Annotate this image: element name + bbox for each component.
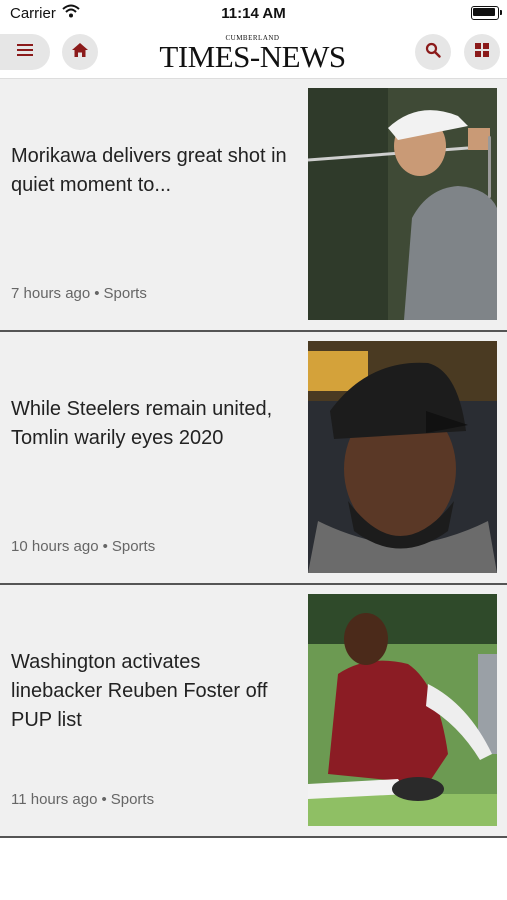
app-header: CUMBERLAND TIMES-NEWS bbox=[0, 28, 507, 79]
article-time: 11 hours ago bbox=[11, 791, 98, 808]
meta-separator: • bbox=[101, 791, 107, 808]
article-card[interactable]: Morikawa delivers great shot in quiet mo… bbox=[0, 79, 507, 332]
article-category: Sports bbox=[110, 791, 155, 808]
meta-separator: • bbox=[102, 538, 108, 555]
article-card[interactable]: Washington activates linebacker Reuben F… bbox=[0, 585, 507, 838]
article-meta: 7 hours ago • Sports bbox=[11, 285, 147, 302]
meta-separator: • bbox=[94, 285, 100, 302]
home-button[interactable] bbox=[62, 34, 98, 70]
article-thumbnail[interactable] bbox=[308, 88, 497, 320]
search-icon bbox=[425, 42, 441, 63]
article-time: 10 hours ago bbox=[11, 538, 99, 555]
home-icon bbox=[71, 42, 89, 63]
article-time: 7 hours ago bbox=[11, 285, 91, 302]
grid-icon bbox=[475, 42, 489, 62]
scroll-indicator[interactable] bbox=[488, 136, 491, 198]
sections-button[interactable] bbox=[464, 34, 500, 70]
article-headline[interactable]: Morikawa delivers great shot in quiet mo… bbox=[11, 142, 291, 200]
logo-title: TIMES-NEWS bbox=[159, 39, 346, 74]
article-thumbnail[interactable] bbox=[308, 594, 497, 826]
article-thumbnail[interactable] bbox=[308, 341, 497, 573]
hamburger-icon bbox=[17, 43, 33, 61]
search-button[interactable] bbox=[415, 34, 451, 70]
article-headline[interactable]: Washington activates linebacker Reuben F… bbox=[11, 648, 291, 735]
article-meta: 11 hours ago • Sports bbox=[11, 791, 154, 808]
article-category: Sports bbox=[103, 285, 147, 302]
article-feed: Morikawa delivers great shot in quiet mo… bbox=[0, 79, 507, 838]
article-headline[interactable]: While Steelers remain united, Tomlin war… bbox=[11, 395, 291, 453]
menu-button[interactable] bbox=[0, 34, 50, 70]
article-meta: 10 hours ago • Sports bbox=[11, 538, 155, 555]
status-time: 11:14 AM bbox=[221, 5, 286, 22]
status-bar: Carrier 11:14 AM bbox=[0, 0, 507, 28]
article-card[interactable]: While Steelers remain united, Tomlin war… bbox=[0, 332, 507, 585]
battery-icon bbox=[471, 6, 502, 20]
article-category: Sports bbox=[111, 538, 156, 555]
site-logo[interactable]: CUMBERLAND TIMES-NEWS bbox=[150, 32, 355, 76]
